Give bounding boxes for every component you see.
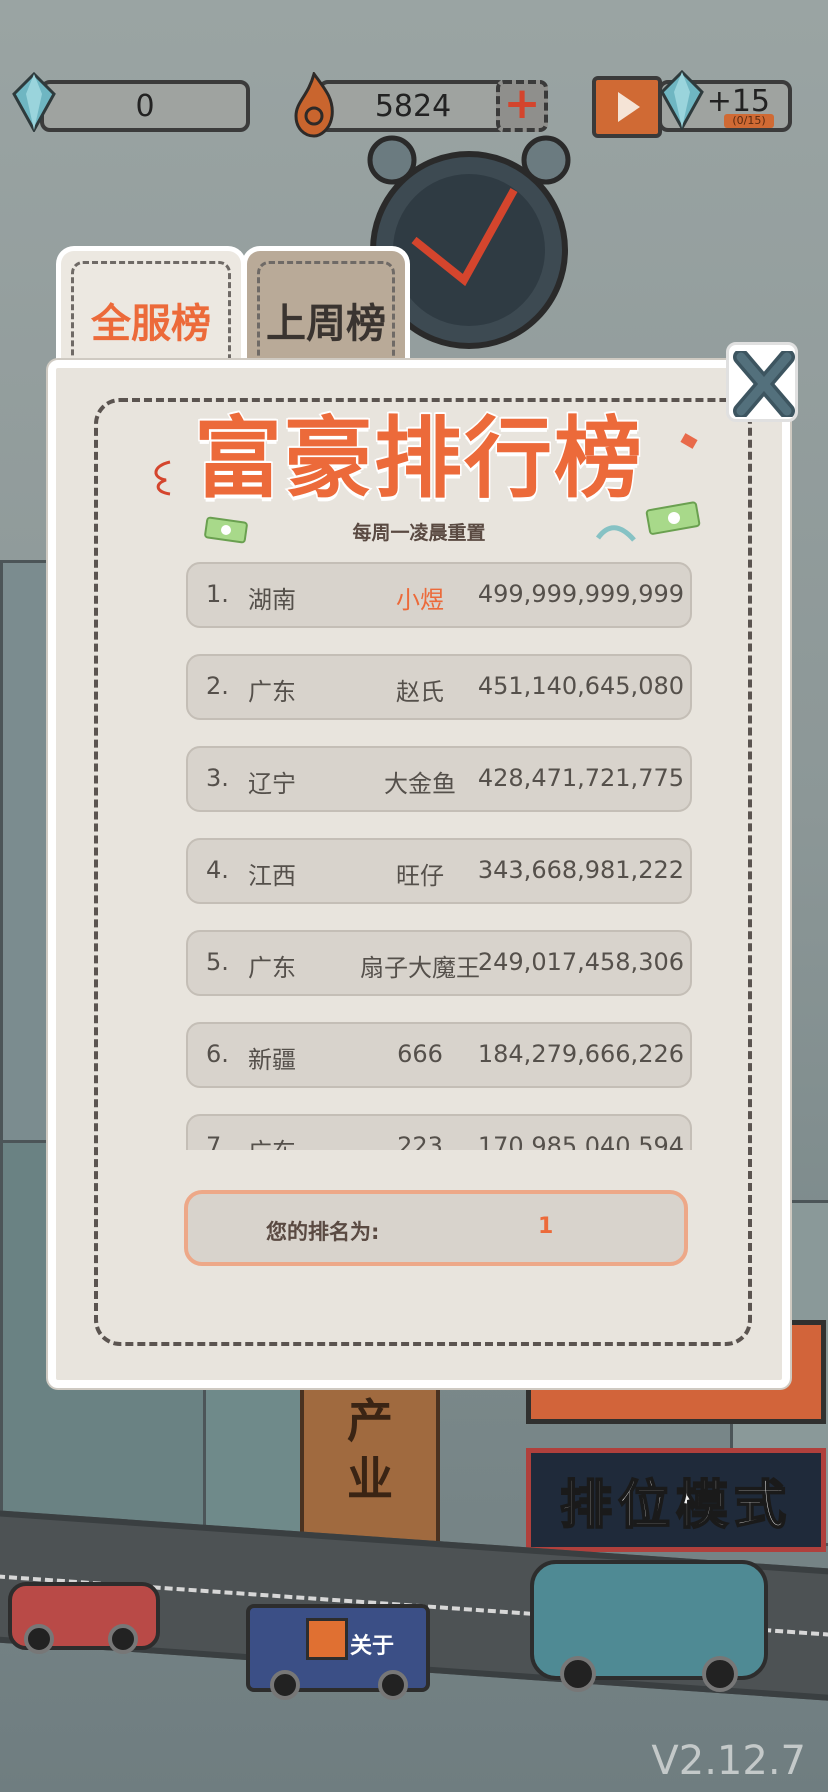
coin-count: 5824 [374,88,452,124]
flame-icon [294,72,334,138]
family-sign-char: 业 [347,1452,393,1506]
rank-number: 4. [206,856,229,884]
leaderboard-row: 2. 广东 赵氏 451,140,645,080 [186,654,692,720]
red-car-icon [8,1582,160,1654]
about-label: 关于 [350,1634,395,1659]
player-province: 江西 [248,862,296,890]
player-province: 辽宁 [248,770,296,798]
player-province: 广东 [248,954,296,982]
rank-number: 7. [206,1132,229,1150]
add-coins-button[interactable]: + [496,80,548,132]
leaderboard-title: 富豪排行榜 [192,406,644,512]
gift-icon [306,1618,348,1660]
my-rank-box: 您的排名为: 1 [184,1190,688,1266]
rank-mode-label: 排位模式 [559,1475,792,1537]
leaderboard-row: 3. 辽宁 大金鱼 428,471,721,775 [186,746,692,812]
about-truck[interactable]: 关于 [246,1604,430,1700]
leaderboard-list[interactable]: 1. 湖南 小煜 499,999,999,999 2. 广东 赵氏 451,14… [186,562,692,1150]
player-name: 223 [397,1132,443,1150]
player-name: 赵氏 [396,678,444,706]
player-wealth: 249,017,458,306 [477,948,684,976]
rank-number: 5. [206,948,229,976]
player-name: 小煜 [396,586,444,614]
player-wealth: 428,471,721,775 [477,764,684,792]
player-wealth: 170,985,040,594 [477,1132,684,1150]
close-button[interactable] [726,342,798,422]
rank-number: 1. [206,580,229,608]
gem-icon [660,70,704,130]
play-icon [618,92,640,122]
player-wealth: 343,668,981,222 [477,856,684,884]
player-name: 大金鱼 [384,770,456,798]
player-wealth: 499,999,999,999 [477,580,684,608]
gem-icon [12,72,56,132]
tab-all-server-label: 全服榜 [91,301,211,347]
leaderboard-panel: 富豪排行榜 每周一凌晨重置 1. 湖南 小煜 499,999,999,999 2… [48,360,790,1388]
close-icon [733,351,795,417]
my-rank-label: 您的排名为: [266,1220,380,1244]
my-rank-value: 1 [538,1214,554,1239]
bus-icon [530,1560,768,1692]
player-province: 广东 [248,678,296,706]
player-wealth: 184,279,666,226 [477,1040,684,1068]
tab-last-week-label: 上周榜 [266,301,386,347]
player-province: 湖南 [248,586,296,614]
gem-counter: 0 [40,80,250,132]
tab-last-week[interactable]: 上周榜 [242,246,410,366]
coin-counter: 5824 [318,80,508,132]
leaderboard-row: 5. 广东 扇子大魔王 249,017,458,306 [186,930,692,996]
player-province: 新疆 [248,1046,296,1074]
leaderboard-row: 7. 广东 223 170,985,040,594 [186,1114,692,1150]
player-name: 扇子大魔王 [360,954,480,982]
leaderboard-row: 4. 江西 旺仔 343,668,981,222 [186,838,692,904]
leaderboard-row: 1. 湖南 小煜 499,999,999,999 [186,562,692,628]
bonus-progress: (0/15) [724,114,774,128]
leaderboard-row: 6. 新疆 666 184,279,666,226 [186,1022,692,1088]
tab-all-server[interactable]: 全服榜 [56,246,246,366]
family-sign-char: 产 [347,1394,393,1448]
rank-number: 3. [206,764,229,792]
rank-mode-button[interactable]: 排位模式 [526,1448,826,1552]
rank-number: 6. [206,1040,229,1068]
player-name: 666 [397,1040,443,1068]
player-name: 旺仔 [396,862,444,890]
version-label: V2.12.7 [651,1738,806,1784]
reset-notice: 每周一凌晨重置 [352,522,486,544]
video-reward-button[interactable] [592,76,662,138]
gem-count: 0 [135,88,155,124]
player-wealth: 451,140,645,080 [477,672,684,700]
rank-number: 2. [206,672,229,700]
player-province: 广东 [248,1132,296,1150]
